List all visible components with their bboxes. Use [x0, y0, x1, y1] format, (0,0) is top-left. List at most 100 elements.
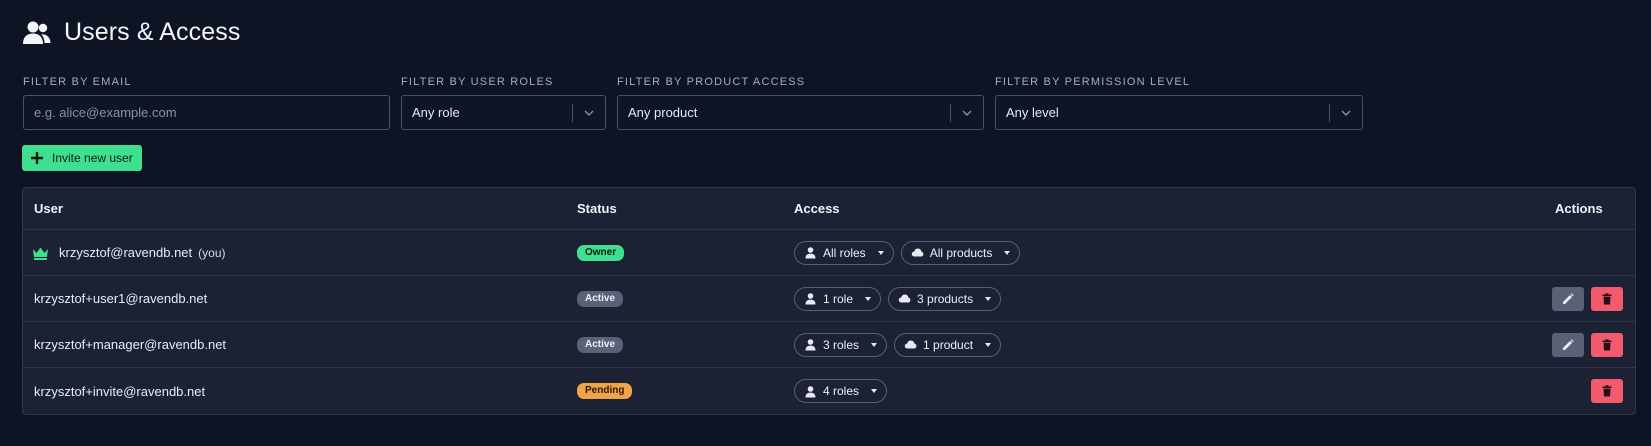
user-icon	[805, 247, 816, 259]
filter-email-label: FILTER BY EMAIL	[23, 76, 132, 88]
table-header: User Status Access Actions	[23, 188, 1635, 230]
actions-cell	[1552, 332, 1623, 357]
user-cell: krzysztof+invite@ravendb.net	[34, 384, 205, 399]
user-cell: krzysztof@ravendb.net (you)	[33, 245, 226, 260]
select-divider	[1329, 104, 1330, 122]
actions-cell	[1552, 286, 1623, 311]
status-cell: Active	[577, 336, 624, 353]
access-cell: 1 role 3 products	[794, 286, 1002, 311]
products-dropdown[interactable]: All products	[900, 240, 1021, 265]
roles-label: 4 roles	[823, 384, 860, 398]
pencil-icon	[1563, 338, 1574, 350]
page-header: Users & Access	[22, 18, 240, 47]
column-header-actions: Actions	[1555, 201, 1603, 216]
status-cell: Pending	[577, 383, 633, 399]
cloud-icon	[904, 340, 917, 349]
products-label: 1 product	[923, 337, 974, 352]
roles-dropdown[interactable]: All roles	[794, 240, 894, 265]
delete-user-button[interactable]	[1591, 286, 1623, 311]
roles-select-value: Any role	[412, 105, 460, 120]
trash-icon	[1602, 385, 1612, 397]
products-label: All products	[929, 245, 993, 260]
product-select-value: Any product	[628, 105, 698, 120]
filter-product: FILTER BY PRODUCT ACCESS Any product	[617, 76, 984, 130]
pencil-icon	[1563, 292, 1574, 304]
page-title: Users & Access	[64, 18, 241, 46]
email-filter-input[interactable]	[34, 105, 379, 120]
roles-dropdown[interactable]: 4 roles	[794, 379, 888, 403]
products-dropdown[interactable]: 3 products	[888, 286, 1002, 311]
cloud-icon	[911, 248, 924, 257]
filters-bar: FILTER BY EMAIL FILTER BY USER ROLES Any…	[23, 76, 1363, 130]
filter-permission-label: FILTER BY PERMISSION LEVEL	[995, 76, 1191, 88]
select-divider	[950, 104, 951, 122]
filter-permission: FILTER BY PERMISSION LEVEL Any level	[995, 76, 1363, 130]
plus-icon	[31, 152, 43, 164]
delete-user-button[interactable]	[1591, 332, 1623, 357]
crown-icon	[33, 247, 48, 260]
status-badge: Pending	[577, 383, 633, 399]
chevron-down-icon	[1341, 110, 1351, 116]
caret-down-icon	[865, 296, 872, 301]
column-header-user: User	[34, 201, 63, 216]
user-icon	[805, 293, 816, 305]
chevron-down-icon	[962, 110, 972, 116]
products-label: 3 products	[917, 291, 974, 306]
roles-label: All roles	[823, 245, 866, 260]
table-row: krzysztof+manager@ravendb.net Active 3 r…	[23, 322, 1635, 368]
caret-down-icon	[985, 342, 992, 347]
caret-down-icon	[871, 342, 878, 347]
invite-new-user-button[interactable]: Invite new user	[22, 145, 142, 171]
user-icon	[805, 385, 816, 397]
actions-cell	[1591, 379, 1623, 403]
cloud-icon	[898, 294, 911, 303]
user-cell: krzysztof+manager@ravendb.net	[34, 337, 226, 352]
access-cell: All roles All products	[794, 240, 1021, 265]
you-indicator: (you)	[198, 245, 226, 260]
caret-down-icon	[985, 296, 992, 301]
caret-down-icon	[871, 389, 878, 393]
table-row: krzysztof+user1@ravendb.net Active 1 rol…	[23, 276, 1635, 322]
status-badge: Active	[577, 290, 624, 307]
roles-label: 1 role	[823, 291, 854, 306]
permission-select[interactable]: Any level	[995, 95, 1363, 130]
roles-dropdown[interactable]: 1 role	[794, 286, 882, 311]
user-email: krzysztof@ravendb.net	[59, 245, 193, 260]
roles-dropdown[interactable]: 3 roles	[794, 332, 888, 357]
access-cell: 3 roles 1 product	[794, 332, 1002, 357]
select-divider	[572, 104, 573, 122]
user-icon	[805, 339, 816, 351]
status-cell: Active	[577, 290, 624, 307]
roles-select[interactable]: Any role	[401, 95, 606, 130]
user-email: krzysztof+invite@ravendb.net	[34, 383, 206, 399]
chevron-down-icon	[584, 110, 594, 116]
product-select[interactable]: Any product	[617, 95, 984, 130]
status-badge: Active	[577, 336, 624, 353]
status-cell: Owner	[577, 244, 625, 261]
user-cell: krzysztof+user1@ravendb.net	[34, 291, 207, 306]
user-email: krzysztof+manager@ravendb.net	[34, 337, 227, 352]
filter-email: FILTER BY EMAIL	[23, 76, 390, 130]
trash-icon	[1602, 292, 1612, 304]
table-row: krzysztof+invite@ravendb.net Pending 4 r…	[23, 368, 1635, 414]
email-filter-field[interactable]	[23, 95, 390, 130]
roles-label: 3 roles	[823, 337, 860, 352]
filter-roles-label: FILTER BY USER ROLES	[401, 76, 554, 88]
users-table: User Status Access Actions krzysztof@rav…	[22, 187, 1636, 415]
permission-select-value: Any level	[1006, 105, 1059, 120]
users-icon	[23, 21, 51, 44]
caret-down-icon	[877, 250, 884, 255]
edit-user-button[interactable]	[1552, 332, 1584, 357]
products-dropdown[interactable]: 1 product	[894, 332, 1002, 357]
status-badge: Owner	[577, 244, 625, 261]
column-header-status: Status	[577, 201, 617, 216]
user-email: krzysztof+user1@ravendb.net	[34, 291, 208, 306]
filter-roles: FILTER BY USER ROLES Any role	[401, 76, 606, 130]
invite-button-label: Invite new user	[52, 151, 133, 165]
trash-icon	[1602, 338, 1612, 350]
delete-user-button[interactable]	[1591, 379, 1623, 403]
edit-user-button[interactable]	[1552, 286, 1584, 311]
caret-down-icon	[1004, 250, 1011, 255]
column-header-access: Access	[794, 201, 840, 216]
filter-product-label: FILTER BY PRODUCT ACCESS	[617, 76, 806, 88]
